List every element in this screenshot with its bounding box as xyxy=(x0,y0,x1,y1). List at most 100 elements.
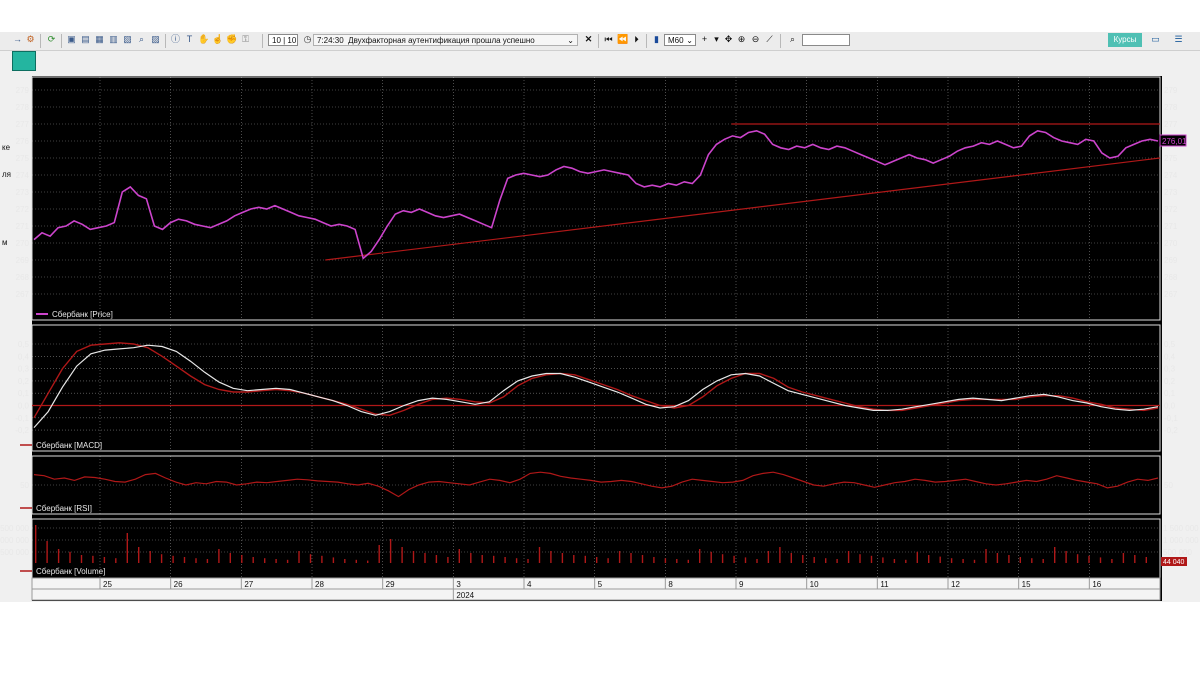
price-y-tick-right: 273 xyxy=(1164,188,1178,197)
volume-bar xyxy=(286,559,289,563)
volume-bar xyxy=(115,558,117,563)
volume-bar xyxy=(928,555,930,563)
day-label: 15 xyxy=(1022,580,1031,589)
volume-bar xyxy=(229,553,231,563)
volume-bar xyxy=(1111,559,1113,563)
volume-bar xyxy=(1076,554,1079,563)
day-label: 12 xyxy=(951,580,960,589)
volume-bar xyxy=(1008,555,1010,563)
volume-bar xyxy=(57,549,60,563)
volume-bar xyxy=(1122,553,1125,563)
volume-bar xyxy=(916,551,918,563)
volume-bar xyxy=(767,551,770,563)
price-y-tick-right: 275 xyxy=(1164,154,1178,163)
volume-bar xyxy=(481,555,483,563)
macd-y-tick-left: 0,1 xyxy=(18,389,30,398)
volume-y-tick-right: 1 000 000 xyxy=(1163,536,1199,545)
volume-bar xyxy=(241,555,243,563)
macd-y-tick-left: 0,4 xyxy=(18,352,30,361)
volume-bar xyxy=(515,558,518,563)
left-panel-text: ке xyxy=(2,143,11,152)
macd-y-tick-left: 0,0 xyxy=(18,402,30,411)
volume-bar xyxy=(412,551,415,563)
volume-bar xyxy=(80,555,83,563)
volume-bar xyxy=(779,547,781,563)
volume-y-tick-left: 500 000 xyxy=(0,548,29,557)
volume-bar xyxy=(630,553,632,563)
volume-bar xyxy=(1019,557,1021,563)
volume-bar xyxy=(138,547,140,563)
volume-bar xyxy=(378,545,380,563)
day-label: 27 xyxy=(244,580,253,589)
macd-y-tick-left: 0,2 xyxy=(18,377,30,386)
day-label: 28 xyxy=(315,580,324,589)
volume-bar xyxy=(298,551,300,563)
rsi-y-tick-right: 50 xyxy=(1164,481,1173,490)
volume-bar xyxy=(435,555,438,563)
volume-bar xyxy=(355,559,357,563)
volume-bar xyxy=(744,557,747,563)
price-y-tick-right: 268 xyxy=(1164,273,1178,282)
volume-bar xyxy=(149,551,151,563)
price-y-tick-left: 277 xyxy=(16,120,30,129)
volume-bar xyxy=(905,559,907,563)
volume-bar xyxy=(183,557,186,563)
price-y-tick-left: 278 xyxy=(16,103,30,112)
macd-y-tick-right: -0,2 xyxy=(1164,426,1178,435)
volume-bar xyxy=(939,556,941,563)
price-y-tick-right: 278 xyxy=(1164,103,1178,112)
price-y-tick-right: 279 xyxy=(1164,86,1178,95)
volume-bar xyxy=(664,558,667,563)
macd-y-tick-left: -0,2 xyxy=(15,426,29,435)
day-label: 26 xyxy=(174,580,183,589)
volume-bar xyxy=(332,557,335,563)
volume-bar xyxy=(1065,551,1067,563)
volume-bar xyxy=(950,558,953,563)
volume-bar xyxy=(252,557,254,563)
volume-bar xyxy=(802,555,804,563)
volume-bar xyxy=(825,558,827,563)
chart-area[interactable]: ке ля м 27927927827827727727627627527527… xyxy=(0,0,1200,675)
volume-bar xyxy=(641,555,644,563)
volume-y-tick-left: 500 000 xyxy=(0,524,29,533)
volume-bar xyxy=(103,557,106,563)
macd-y-tick-left: 0,5 xyxy=(18,340,30,349)
price-y-tick-right: 267 xyxy=(1164,290,1178,299)
left-panel-text: ля xyxy=(2,170,11,179)
volume-bar xyxy=(218,549,220,563)
chart-background xyxy=(32,76,1162,601)
volume-bar xyxy=(733,555,735,563)
volume-bar xyxy=(561,553,564,563)
volume-bar xyxy=(813,557,815,563)
volume-bar xyxy=(618,551,621,563)
volume-bar xyxy=(493,555,495,563)
macd-legend: Сбербанк [MACD] xyxy=(36,441,102,450)
price-y-tick-left: 272 xyxy=(16,205,30,214)
volume-bar xyxy=(389,539,392,563)
volume-bar xyxy=(596,557,598,563)
volume-y-tick-right: 1 500 000 xyxy=(1163,524,1199,533)
volume-bar xyxy=(321,555,323,563)
volume-bar xyxy=(309,554,312,563)
volume-bar xyxy=(195,558,197,563)
macd-y-tick-right: 0,1 xyxy=(1164,389,1176,398)
macd-y-tick-right: 0,4 xyxy=(1164,352,1176,361)
volume-bar xyxy=(962,559,964,563)
day-label: 29 xyxy=(386,580,395,589)
day-label: 16 xyxy=(1092,580,1101,589)
price-y-tick-left: 279 xyxy=(16,86,30,95)
volume-bar xyxy=(275,559,277,563)
volume-bar xyxy=(790,553,792,563)
volume-bar xyxy=(710,551,712,563)
volume-bar xyxy=(206,559,209,563)
volume-bar xyxy=(1145,557,1147,563)
price-y-tick-left: 274 xyxy=(16,171,30,180)
volume-bar xyxy=(1134,555,1136,563)
day-label: 4 xyxy=(527,580,532,589)
volume-bar xyxy=(550,551,552,563)
volume-bar xyxy=(699,549,701,563)
volume-bar xyxy=(126,533,128,563)
volume-bar xyxy=(458,549,460,563)
volume-bar xyxy=(756,559,758,563)
time-axis: 25 26 27 28 29 3 4 5 8 9 10 11 12 15 16 2024 xyxy=(31,577,1161,601)
